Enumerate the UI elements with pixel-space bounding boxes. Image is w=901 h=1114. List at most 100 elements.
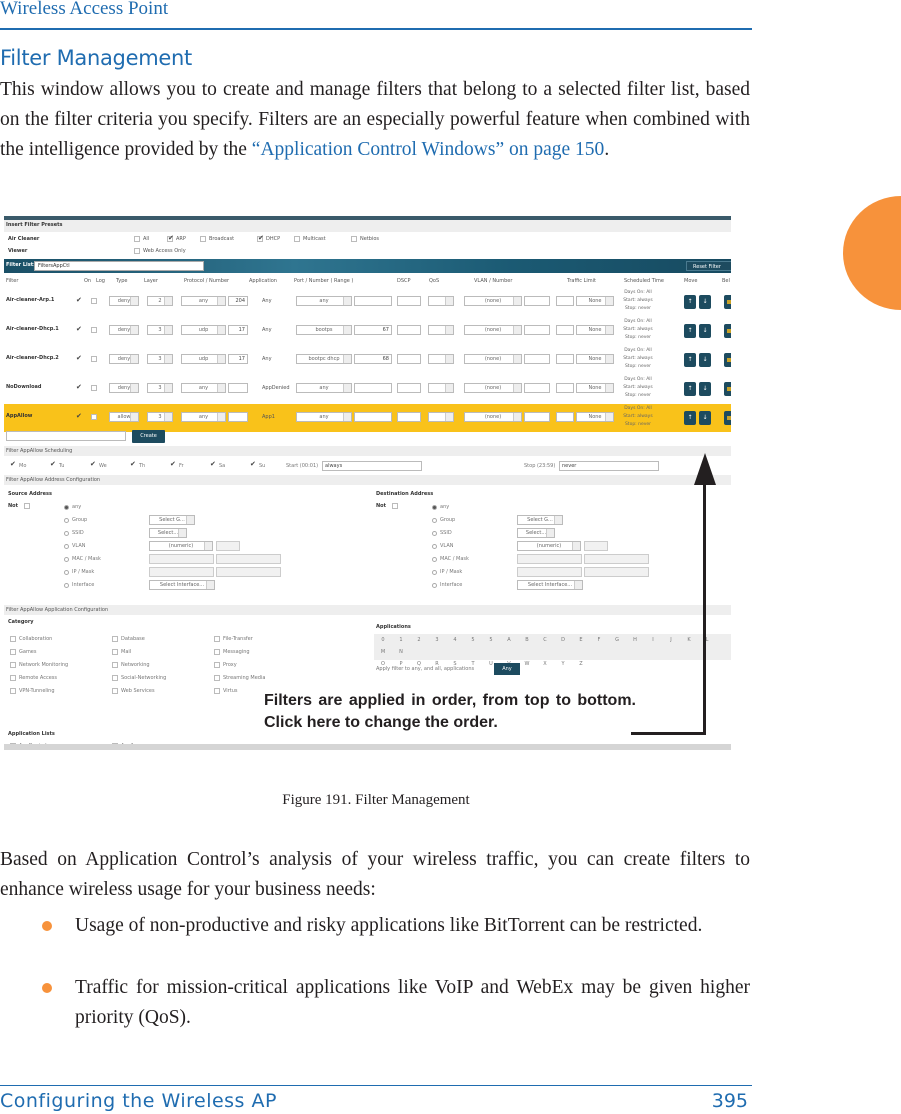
traffic-limit-select[interactable]: None bbox=[576, 412, 614, 422]
not-checkbox[interactable] bbox=[392, 503, 398, 509]
move-down-button[interactable]: ↓ bbox=[699, 353, 711, 367]
vlan-select[interactable]: (none) bbox=[464, 383, 522, 393]
port-select[interactable]: bootps bbox=[296, 325, 352, 335]
preset-checkbox[interactable]: ✔ bbox=[167, 235, 174, 242]
belongs-button[interactable] bbox=[724, 324, 731, 338]
not-checkbox[interactable] bbox=[24, 503, 30, 509]
category-checkbox[interactable] bbox=[214, 662, 220, 668]
qos-select[interactable] bbox=[428, 412, 454, 422]
table-row[interactable]: Air-cleaner-Dhcp.1 ✔ deny 3 udp 17 Any bootps 67… bbox=[4, 317, 731, 345]
move-down-button[interactable]: ↓ bbox=[699, 324, 711, 338]
vlan-number-input[interactable] bbox=[524, 412, 550, 422]
address-radio[interactable] bbox=[432, 544, 437, 549]
app-letter-link[interactable]: 5 bbox=[464, 634, 482, 646]
category-checkbox[interactable] bbox=[112, 662, 118, 668]
qos-select[interactable] bbox=[428, 383, 454, 393]
app-letter-link[interactable]: A bbox=[500, 634, 518, 646]
app-letter-link[interactable]: Z bbox=[572, 658, 590, 670]
type-select[interactable]: deny bbox=[109, 325, 139, 335]
ip-input[interactable] bbox=[149, 567, 214, 577]
address-radio[interactable] bbox=[432, 570, 437, 575]
category-checkbox[interactable] bbox=[112, 688, 118, 694]
belongs-button[interactable] bbox=[724, 382, 731, 396]
vlan-number-input[interactable] bbox=[524, 383, 550, 393]
mac-mask-input[interactable] bbox=[216, 554, 281, 564]
enabled-checkbox[interactable]: ✔ bbox=[76, 297, 82, 304]
protocol-select[interactable]: any bbox=[181, 383, 226, 393]
category-checkbox[interactable] bbox=[112, 649, 118, 655]
vlan-select[interactable]: (none) bbox=[464, 412, 522, 422]
enabled-checkbox[interactable]: ✔ bbox=[76, 413, 82, 420]
layer-select[interactable]: 3 bbox=[147, 354, 173, 364]
layer-select[interactable]: 3 bbox=[147, 412, 173, 422]
vlan-number-input[interactable] bbox=[524, 296, 550, 306]
ip-mask-input[interactable] bbox=[584, 567, 649, 577]
preset-checkbox[interactable] bbox=[351, 236, 357, 242]
interface-select[interactable]: Select Interface... bbox=[517, 580, 583, 590]
app-letter-link[interactable]: D bbox=[554, 634, 572, 646]
category-checkbox[interactable] bbox=[214, 636, 220, 642]
address-radio[interactable] bbox=[432, 505, 437, 510]
app-letter-link[interactable]: E bbox=[572, 634, 590, 646]
mac-input[interactable] bbox=[149, 554, 214, 564]
move-up-button[interactable]: ↑ bbox=[684, 411, 696, 425]
protocol-select[interactable]: udp bbox=[181, 325, 226, 335]
traffic-limit-select[interactable]: None bbox=[576, 325, 614, 335]
app-letter-link[interactable]: 4 bbox=[446, 634, 464, 646]
belongs-button[interactable] bbox=[724, 353, 731, 367]
category-checkbox[interactable] bbox=[214, 688, 220, 694]
app-letter-link[interactable]: N bbox=[392, 646, 410, 658]
log-checkbox[interactable] bbox=[91, 327, 97, 333]
qos-select[interactable] bbox=[428, 296, 454, 306]
app-letter-link[interactable]: F bbox=[590, 634, 608, 646]
address-radio[interactable] bbox=[64, 583, 69, 588]
category-checkbox[interactable] bbox=[112, 636, 118, 642]
category-checkbox[interactable] bbox=[10, 688, 16, 694]
address-radio[interactable] bbox=[432, 518, 437, 523]
app-letter-link[interactable]: B bbox=[518, 634, 536, 646]
app-letter-link[interactable]: 3 bbox=[428, 634, 446, 646]
app-letter-link[interactable]: W bbox=[518, 658, 536, 670]
port-number-input[interactable]: 68 bbox=[354, 354, 392, 364]
qos-select[interactable] bbox=[428, 354, 454, 364]
traffic-limit-select[interactable]: None bbox=[576, 296, 614, 306]
cross-reference-link[interactable]: “Application Control Windows” on page 15… bbox=[252, 139, 605, 160]
group-select[interactable]: Select G... bbox=[517, 515, 563, 525]
category-checkbox[interactable] bbox=[10, 649, 16, 655]
ssid-select[interactable]: Select... bbox=[149, 528, 187, 538]
traffic-limit-input[interactable] bbox=[556, 325, 574, 335]
preset-checkbox[interactable] bbox=[134, 236, 140, 242]
port-select[interactable]: bootpc dhcp bbox=[296, 354, 352, 364]
protocol-select[interactable]: udp bbox=[181, 354, 226, 364]
traffic-limit-input[interactable] bbox=[556, 412, 574, 422]
app-letter-link[interactable]: L bbox=[698, 634, 716, 646]
dscp-input[interactable] bbox=[397, 325, 421, 335]
dscp-input[interactable] bbox=[397, 354, 421, 364]
ip-input[interactable] bbox=[517, 567, 582, 577]
protocol-number-input[interactable]: 17 bbox=[228, 354, 248, 364]
port-select[interactable]: any bbox=[296, 412, 352, 422]
create-button[interactable]: Create bbox=[132, 430, 165, 443]
port-select[interactable]: any bbox=[296, 296, 352, 306]
app-letter-link[interactable]: Y bbox=[554, 658, 572, 670]
preset-checkbox[interactable] bbox=[200, 236, 206, 242]
app-letter-link[interactable]: 5 bbox=[482, 634, 500, 646]
group-select[interactable]: Select G... bbox=[149, 515, 195, 525]
vlan-select[interactable]: (none) bbox=[464, 296, 522, 306]
vlan-select[interactable]: (numeric) bbox=[149, 541, 213, 551]
enabled-checkbox[interactable]: ✔ bbox=[76, 355, 82, 362]
vlan-number-input[interactable] bbox=[524, 325, 550, 335]
type-select[interactable]: deny bbox=[109, 354, 139, 364]
app-letter-link[interactable]: 2 bbox=[410, 634, 428, 646]
traffic-limit-select[interactable]: None bbox=[576, 354, 614, 364]
type-select[interactable]: deny bbox=[109, 383, 139, 393]
app-letter-link[interactable]: 1 bbox=[392, 634, 410, 646]
port-number-input[interactable] bbox=[354, 412, 392, 422]
layer-select[interactable]: 3 bbox=[147, 383, 173, 393]
app-letter-link[interactable]: H bbox=[626, 634, 644, 646]
preset-checkbox[interactable] bbox=[134, 248, 140, 254]
preset-checkbox[interactable]: ✔ bbox=[257, 235, 264, 242]
app-letter-link[interactable]: K bbox=[680, 634, 698, 646]
vlan-number-input[interactable] bbox=[216, 541, 240, 551]
filter-list-select[interactable]: FiltersAppCtl bbox=[34, 261, 204, 271]
